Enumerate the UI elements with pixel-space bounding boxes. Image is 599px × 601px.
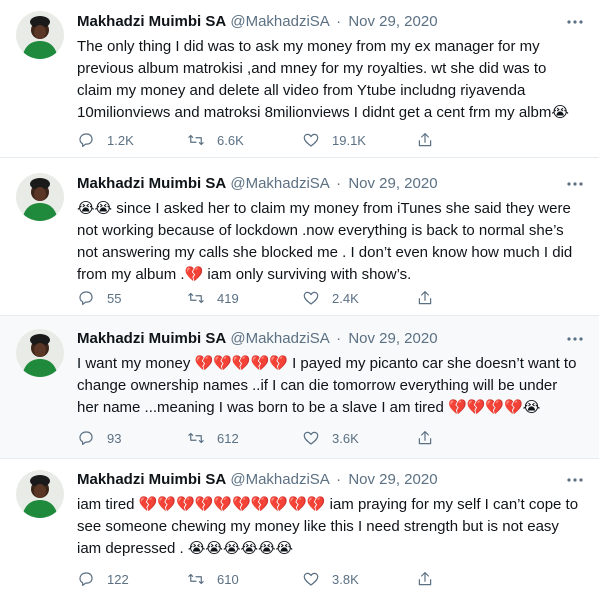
retweet-button[interactable]: 419 [187, 288, 239, 308]
reply-icon [79, 572, 93, 586]
tweet-date[interactable]: Nov 29, 2020 [348, 175, 437, 192]
heart-icon [303, 291, 319, 305]
reply-count: 93 [107, 430, 122, 446]
tweet-thread: Makhadzi Muimbi SA @MakhadziSA · Nov 29,… [0, 0, 599, 601]
reply-icon [79, 133, 93, 147]
separator: · [336, 471, 342, 488]
retweet-button[interactable]: 610 [187, 569, 239, 589]
avatar[interactable] [16, 173, 64, 221]
like-count: 3.8K [332, 571, 359, 587]
like-count: 19.1K [332, 132, 366, 148]
like-count: 3.6K [332, 430, 359, 446]
reply-button[interactable]: 93 [77, 428, 121, 448]
tweet-text: The only thing I did was to ask my money… [77, 38, 569, 121]
share-button[interactable] [416, 428, 434, 448]
tweet[interactable]: Makhadzi Muimbi SA @MakhadziSA · Nov 29,… [0, 0, 599, 158]
share-icon [418, 572, 432, 586]
separator: · [336, 13, 342, 30]
retweet-icon [188, 134, 204, 146]
tweet-header: Makhadzi Muimbi SA @MakhadziSA · Nov 29,… [77, 174, 559, 194]
retweet-icon [188, 432, 204, 444]
more-horizontal-icon[interactable] [565, 329, 585, 349]
retweet-count: 419 [217, 290, 239, 306]
heart-icon [303, 431, 319, 445]
author-handle[interactable]: @MakhadziSA [230, 471, 329, 488]
heart-icon [303, 572, 319, 586]
reply-button[interactable]: 55 [77, 288, 121, 308]
tweet-date[interactable]: Nov 29, 2020 [348, 13, 437, 30]
like-count: 2.4K [332, 290, 359, 306]
retweet-count: 610 [217, 571, 239, 587]
share-button[interactable] [416, 130, 434, 150]
more-horizontal-icon[interactable] [565, 470, 585, 490]
tweet[interactable]: Makhadzi Muimbi SA @MakhadziSA · Nov 29,… [0, 459, 599, 601]
author-name[interactable]: Makhadzi Muimbi SA [77, 330, 226, 347]
reply-count: 55 [107, 290, 122, 306]
retweet-button[interactable]: 612 [187, 428, 239, 448]
more-horizontal-icon[interactable] [565, 12, 585, 32]
tweet-header: Makhadzi Muimbi SA @MakhadziSA · Nov 29,… [77, 12, 559, 32]
retweet-icon [188, 573, 204, 585]
avatar[interactable] [16, 11, 64, 59]
tweet-header: Makhadzi Muimbi SA @MakhadziSA · Nov 29,… [77, 329, 559, 349]
author-name[interactable]: Makhadzi Muimbi SA [77, 471, 226, 488]
tweet-text: iam tired 💔💔💔💔💔💔💔💔💔💔 iam praying for my … [77, 496, 579, 557]
separator: · [336, 175, 342, 192]
like-button[interactable]: 3.8K [302, 569, 359, 589]
tweet-actions: 122 610 3.8K [77, 569, 577, 589]
reply-button[interactable]: 1.2K [77, 130, 134, 150]
share-icon [418, 133, 432, 147]
author-handle[interactable]: @MakhadziSA [230, 175, 329, 192]
avatar[interactable] [16, 329, 64, 377]
like-button[interactable]: 3.6K [302, 428, 359, 448]
reply-count: 1.2K [107, 132, 134, 148]
tweet[interactable]: Makhadzi Muimbi SA @MakhadziSA · Nov 29,… [0, 316, 599, 459]
tweet-date[interactable]: Nov 29, 2020 [348, 330, 437, 347]
reply-icon [79, 291, 93, 305]
tweet-actions: 93 612 3.6K [77, 428, 577, 448]
like-button[interactable]: 2.4K [302, 288, 359, 308]
retweet-button[interactable]: 6.6K [187, 130, 244, 150]
tweet-header: Makhadzi Muimbi SA @MakhadziSA · Nov 29,… [77, 470, 559, 490]
author-name[interactable]: Makhadzi Muimbi SA [77, 13, 226, 30]
share-button[interactable] [416, 288, 434, 308]
author-handle[interactable]: @MakhadziSA [230, 13, 329, 30]
heart-icon [303, 133, 319, 147]
tweet-date[interactable]: Nov 29, 2020 [348, 471, 437, 488]
more-horizontal-icon[interactable] [565, 174, 585, 194]
reply-button[interactable]: 122 [77, 569, 129, 589]
tweet[interactable]: Makhadzi Muimbi SA @MakhadziSA · Nov 29,… [0, 158, 599, 316]
tweet-text: 😭😭 since I asked her to claim my money f… [77, 200, 573, 283]
reply-icon [79, 431, 93, 445]
author-name[interactable]: Makhadzi Muimbi SA [77, 175, 226, 192]
tweet-actions: 55 419 2.4K [77, 288, 577, 308]
share-icon [418, 291, 432, 305]
tweet-actions: 1.2K 6.6K 19.1K [77, 130, 577, 150]
separator: · [336, 330, 342, 347]
retweet-count: 6.6K [217, 132, 244, 148]
avatar[interactable] [16, 470, 64, 518]
retweet-count: 612 [217, 430, 239, 446]
like-button[interactable]: 19.1K [302, 130, 366, 150]
author-handle[interactable]: @MakhadziSA [230, 330, 329, 347]
share-icon [418, 431, 432, 445]
reply-count: 122 [107, 571, 129, 587]
share-button[interactable] [416, 569, 434, 589]
tweet-text: I want my money 💔💔💔💔💔 I payed my picanto… [77, 355, 577, 416]
retweet-icon [188, 292, 204, 304]
